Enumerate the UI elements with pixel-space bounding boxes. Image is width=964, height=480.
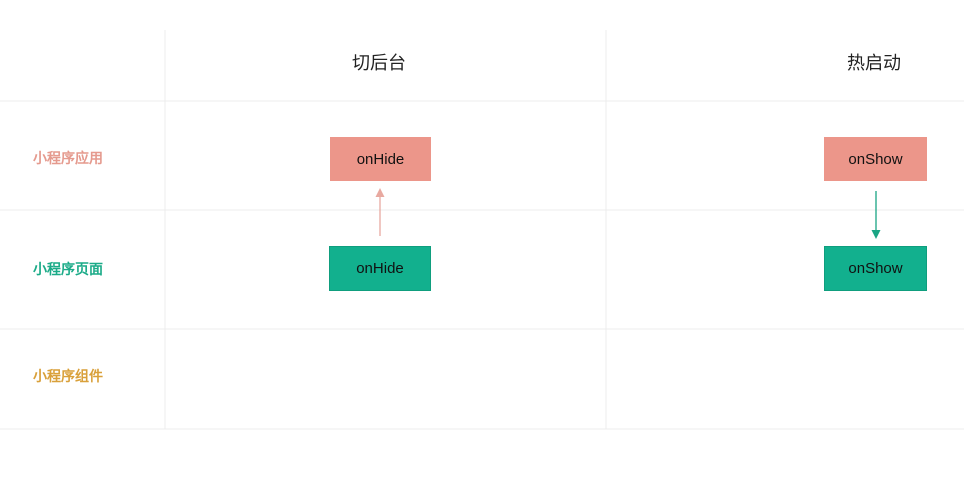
grid-lines: [0, 30, 964, 430]
lifecycle-diagram: 切后台 热启动 小程序应用 小程序页面 小程序组件 onHide onHide …: [0, 0, 964, 480]
arrow-up-background: [375, 188, 385, 236]
row-label-page: 小程序页面: [33, 262, 103, 278]
column-header-hot-start: 热启动: [847, 53, 901, 74]
column-header-background: 切后台: [352, 53, 406, 74]
node-background-app: onHide: [330, 137, 431, 181]
arrow-down-hot-start: [871, 191, 881, 239]
node-hot-page: onShow: [824, 246, 927, 291]
row-label-component: 小程序组件: [33, 369, 103, 385]
node-background-page: onHide: [329, 246, 431, 291]
row-label-app: 小程序应用: [33, 151, 103, 167]
node-hot-app: onShow: [824, 137, 927, 181]
